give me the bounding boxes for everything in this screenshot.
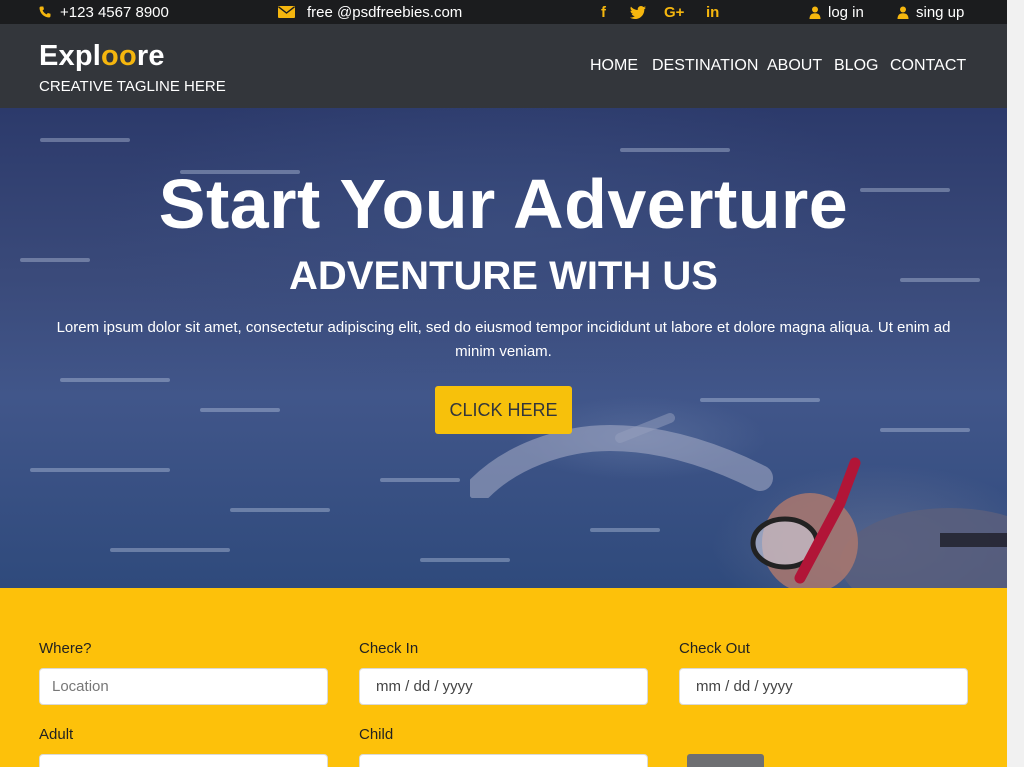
page-scrollbar[interactable] xyxy=(1007,0,1024,767)
click-here-button[interactable]: CLICK HERE xyxy=(435,386,572,434)
hero-title: Start Your Adverture xyxy=(158,165,849,243)
email-contact[interactable]: free @psdfreebies.com xyxy=(278,0,462,24)
location-input[interactable]: Location xyxy=(39,668,328,705)
brand-logo[interactable]: Exploore xyxy=(39,40,165,73)
hero-banner: Start Your Adverture ADVENTURE WITH US L… xyxy=(0,108,1007,588)
nav-contact[interactable]: CONTACT xyxy=(890,57,966,75)
nav-blog[interactable]: BLOG xyxy=(834,57,878,75)
user-icon xyxy=(809,6,821,19)
brand-tagline: CREATIVE TAGLINE HERE xyxy=(39,78,226,95)
hero-description: Lorem ipsum dolor sit amet, consectetur … xyxy=(56,319,951,360)
linkedin-icon[interactable]: in xyxy=(706,0,719,24)
adult-count-input[interactable]: ▲ xyxy=(39,754,328,767)
login-link[interactable]: log in xyxy=(809,0,864,24)
snorkeler-illustration xyxy=(750,457,1007,588)
facebook-icon[interactable]: f xyxy=(601,0,606,24)
twitter-icon[interactable] xyxy=(630,0,646,24)
google-plus-icon[interactable]: G+ xyxy=(664,0,684,24)
child-label: Child xyxy=(359,726,394,743)
adult-label: Adult xyxy=(39,726,74,743)
check-in-label: Check In xyxy=(359,640,419,657)
nav-destination[interactable]: DESTINATION xyxy=(652,57,758,75)
signup-link[interactable]: sing up xyxy=(897,0,964,24)
nav-about[interactable]: ABOUT xyxy=(767,57,822,75)
brand-highlight: oo xyxy=(101,40,137,72)
phone-number: +123 4567 8900 xyxy=(60,3,169,21)
booking-form: Where? Location Check In mm / dd / yyyy … xyxy=(0,588,1007,767)
top-bar: +123 4567 8900 free @psdfreebies.com f G… xyxy=(0,0,1007,24)
login-label: log in xyxy=(828,3,864,21)
child-count-input[interactable]: ▲ xyxy=(359,754,648,767)
brand-prefix: Expl xyxy=(39,40,102,72)
hero-subtitle: ADVENTURE WITH US xyxy=(289,254,718,298)
phone-contact[interactable]: +123 4567 8900 xyxy=(39,0,169,24)
phone-icon xyxy=(39,6,51,18)
nav-home[interactable]: HOME xyxy=(590,57,638,75)
brand-suffix: re xyxy=(136,40,165,72)
signup-label: sing up xyxy=(916,3,965,21)
user-icon xyxy=(897,6,909,19)
check-in-date-input[interactable]: mm / dd / yyyy xyxy=(359,668,648,705)
check-out-label: Check Out xyxy=(679,640,750,657)
search-button[interactable] xyxy=(687,754,764,767)
envelope-icon xyxy=(278,6,295,18)
site-header: Exploore CREATIVE TAGLINE HERE HOME DEST… xyxy=(0,24,1007,108)
where-label: Where? xyxy=(39,640,92,657)
email-address: free @psdfreebies.com xyxy=(307,3,463,21)
check-out-date-input[interactable]: mm / dd / yyyy xyxy=(679,668,968,705)
